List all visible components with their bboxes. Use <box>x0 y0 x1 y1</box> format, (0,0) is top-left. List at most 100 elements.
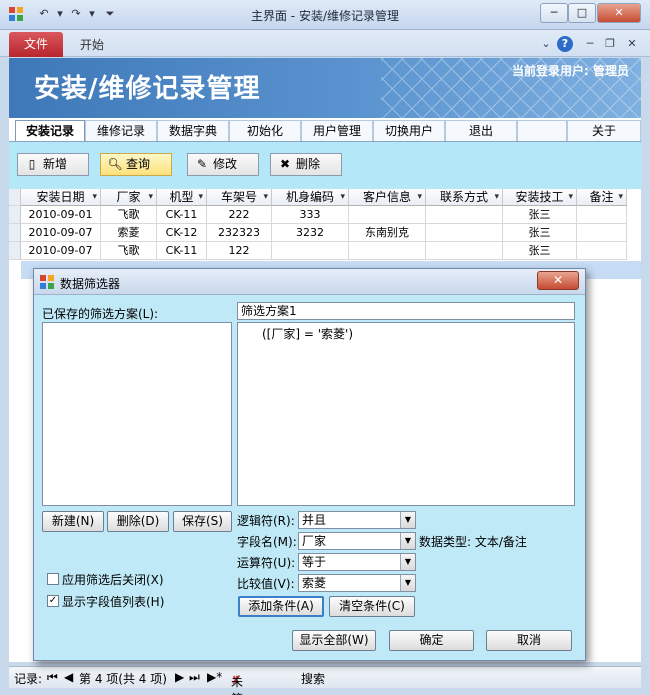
table-cell[interactable] <box>577 242 627 260</box>
column-filter-icon[interactable]: ▾ <box>494 189 499 206</box>
cancel-button[interactable]: 取消 <box>486 630 572 651</box>
delete-scheme-button[interactable]: 删除(D) <box>107 511 169 532</box>
table-cell[interactable]: 张三 <box>503 242 577 260</box>
nav-exit[interactable]: 退出 <box>445 120 517 141</box>
help-icon[interactable]: ? <box>557 36 573 52</box>
column-header-contact[interactable]: 联系方式 ▾ <box>426 189 503 206</box>
column-header-body-code[interactable]: 机身编码 ▾ <box>272 189 349 206</box>
delete-button[interactable]: ✖ 删除 <box>270 153 342 176</box>
ribbon-expand-icon[interactable]: ⌄ <box>538 36 554 52</box>
chevron-down-icon[interactable]: ▼ <box>400 575 415 591</box>
query-button[interactable]: 🔍︎ 查询 <box>100 153 172 176</box>
show-all-button[interactable]: 显示全部(W) <box>292 630 376 651</box>
table-cell[interactable] <box>349 242 426 260</box>
next-record-icon[interactable]: ▶ <box>175 670 184 684</box>
ok-button[interactable]: 确定 <box>389 630 474 651</box>
filter-condition-area[interactable]: ([厂家] = '索菱') <box>237 322 575 506</box>
column-header-technician[interactable]: 安装技工 ▾ <box>503 189 577 206</box>
table-cell[interactable] <box>426 224 503 242</box>
record-position[interactable]: 第 4 项(共 4 项) <box>79 670 167 687</box>
column-header-model[interactable]: 机型 ▾ <box>157 189 207 206</box>
table-cell[interactable]: 232323 <box>207 224 272 242</box>
table-cell[interactable]: 2010-09-07 <box>21 242 101 260</box>
table-cell[interactable]: 张三 <box>503 206 577 224</box>
doc-close-icon[interactable]: ✕ <box>624 36 640 52</box>
save-scheme-button[interactable]: 保存(S) <box>173 511 232 532</box>
doc-restore-icon[interactable]: ❐ <box>602 36 618 52</box>
column-header-manufacturer[interactable]: 厂家 ▾ <box>101 189 157 206</box>
operator-select[interactable]: 等于 ▼ <box>298 553 416 571</box>
clear-conditions-button[interactable]: 清空条件(C) <box>329 596 415 617</box>
table-cell[interactable]: 张三 <box>503 224 577 242</box>
nav-initialize[interactable]: 初始化 <box>229 120 301 141</box>
table-cell[interactable]: CK-11 <box>157 206 207 224</box>
column-header-install-date[interactable]: 安装日期 ▾ <box>21 189 101 206</box>
prev-record-icon[interactable]: ◀ <box>64 670 73 684</box>
table-cell[interactable]: 333 <box>272 206 349 224</box>
table-cell[interactable]: 122 <box>207 242 272 260</box>
column-filter-icon[interactable]: ▾ <box>417 189 422 206</box>
table-cell[interactable] <box>577 206 627 224</box>
nav-install-records[interactable]: 安装记录 <box>15 120 85 141</box>
table-cell[interactable]: 索菱 <box>101 224 157 242</box>
nav-about[interactable]: 关于 <box>567 120 641 141</box>
maximize-button[interactable]: □ <box>568 3 596 23</box>
column-filter-icon[interactable]: ▾ <box>568 189 573 206</box>
nav-user-management[interactable]: 用户管理 <box>301 120 373 141</box>
tab-file[interactable]: 文件 <box>9 32 63 57</box>
doc-minimize-icon[interactable]: ─ <box>582 36 598 52</box>
new-button[interactable]: ▯ 新增 <box>17 153 89 176</box>
table-cell[interactable]: CK-11 <box>157 242 207 260</box>
dialog-close-button[interactable]: ✕ <box>537 271 579 290</box>
table-cell[interactable] <box>426 206 503 224</box>
column-header-customer-info[interactable]: 客户信息 ▾ <box>349 189 426 206</box>
last-record-icon[interactable]: ⏭ <box>189 670 200 685</box>
table-cell[interactable] <box>426 242 503 260</box>
add-condition-button[interactable]: 添加条件(A) <box>238 596 324 617</box>
close-button[interactable]: ✕ <box>597 3 641 23</box>
first-record-icon[interactable]: ⏮ <box>47 670 58 685</box>
table-cell[interactable]: 飞歌 <box>101 242 157 260</box>
chevron-down-icon[interactable]: ▼ <box>400 512 415 528</box>
table-cell[interactable]: 2010-09-07 <box>21 224 101 242</box>
table-cell[interactable] <box>272 242 349 260</box>
table-cell[interactable] <box>577 224 627 242</box>
compare-value-select[interactable]: 索菱 ▼ <box>298 574 416 592</box>
column-header-frame-number[interactable]: 车架号 ▾ <box>207 189 272 206</box>
row-selector[interactable] <box>9 224 21 242</box>
nav-data-dictionary[interactable]: 数据字典 <box>157 120 229 141</box>
close-after-apply-checkbox[interactable] <box>47 573 59 585</box>
table-cell[interactable]: CK-12 <box>157 224 207 242</box>
edit-button[interactable]: ✎ 修改 <box>187 153 259 176</box>
column-filter-icon[interactable]: ▾ <box>198 189 203 206</box>
table-cell[interactable]: 飞歌 <box>101 206 157 224</box>
column-filter-icon[interactable]: ▾ <box>340 189 345 206</box>
table-cell[interactable]: 3232 <box>272 224 349 242</box>
column-header-remarks[interactable]: 备注 ▾ <box>577 189 627 206</box>
saved-schemes-list[interactable] <box>42 322 232 506</box>
table-cell[interactable] <box>349 206 426 224</box>
new-record-icon[interactable]: ▶* <box>207 670 222 684</box>
chevron-down-icon[interactable]: ▼ <box>400 533 415 549</box>
nav-switch-user[interactable]: 切换用户 <box>373 120 445 141</box>
search-input[interactable]: 搜索 <box>301 670 325 687</box>
table-cell[interactable]: 222 <box>207 206 272 224</box>
chevron-down-icon[interactable]: ▼ <box>400 554 415 570</box>
table-cell[interactable]: 东南别克 <box>349 224 426 242</box>
row-selector[interactable] <box>9 242 21 260</box>
minimize-button[interactable]: ─ <box>540 3 568 23</box>
column-filter-icon[interactable]: ▾ <box>618 189 623 206</box>
nav-repair-records[interactable]: 维修记录 <box>85 120 157 141</box>
show-field-values-label[interactable]: 显示字段值列表(H) <box>62 593 164 610</box>
new-scheme-button[interactable]: 新建(N) <box>42 511 104 532</box>
row-selector[interactable] <box>9 206 21 224</box>
field-name-select[interactable]: 厂家 ▼ <box>298 532 416 550</box>
column-filter-icon[interactable]: ▾ <box>263 189 268 206</box>
column-filter-icon[interactable]: ▾ <box>148 189 153 206</box>
scheme-name-field[interactable]: 筛选方案1 <box>237 302 575 320</box>
table-cell[interactable]: 2010-09-01 <box>21 206 101 224</box>
show-field-values-checkbox[interactable]: ✓ <box>47 595 59 607</box>
close-after-apply-label[interactable]: 应用筛选后关闭(X) <box>62 571 164 588</box>
logic-operator-select[interactable]: 并且 ▼ <box>298 511 416 529</box>
column-filter-icon[interactable]: ▾ <box>92 189 97 206</box>
